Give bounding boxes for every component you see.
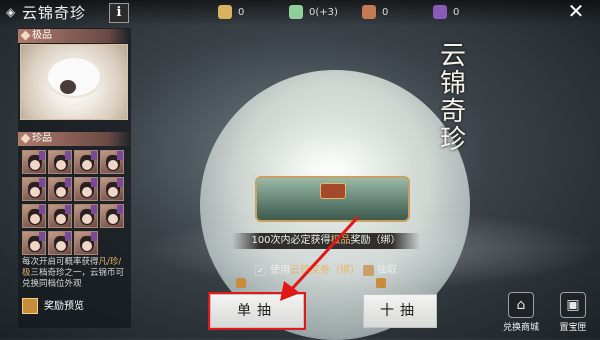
coin-icon <box>218 5 232 19</box>
diamond-icon <box>20 133 31 144</box>
resource-ticket: 0 <box>362 5 388 19</box>
reward-preview-label: 奖励预览 <box>44 301 84 312</box>
resource-potion: 0 <box>433 5 459 19</box>
reward-slot[interactable] <box>100 177 124 201</box>
description-part2: 三档奇珍之一，云锦币可兑换同档位外观 <box>22 268 125 289</box>
exchange-shop-button[interactable]: ⌂ 兑换商城 <box>501 292 541 333</box>
reward-slot[interactable] <box>22 231 46 255</box>
close-button[interactable]: ✕ <box>566 1 586 21</box>
shop-icon: ⌂ <box>508 292 534 318</box>
logo-char: 锦 <box>439 69 466 99</box>
resource-coin: 0 <box>218 5 244 19</box>
reward-slot[interactable] <box>100 204 124 228</box>
section-header-rare-tier: 珍品 <box>18 132 131 146</box>
description-part1: 每次开启可概率获得 <box>22 257 99 267</box>
reward-slot[interactable] <box>48 204 72 228</box>
use-ticket-checkbox[interactable]: ✓ <box>255 264 266 276</box>
reward-slot[interactable] <box>74 204 98 228</box>
ticket-icon <box>362 5 376 19</box>
resource-key: 0(+3) <box>289 5 338 19</box>
resource-ticket-value: 0 <box>382 7 389 18</box>
back-icon[interactable]: ◈ <box>6 6 18 18</box>
reward-slot[interactable] <box>22 150 46 174</box>
treasure-chest-button[interactable]: ▣ 置宝匣 <box>553 292 593 333</box>
logo-char: 珍 <box>439 125 466 155</box>
reward-slot[interactable] <box>100 150 124 174</box>
reward-slot[interactable] <box>22 204 46 228</box>
chest-icon: ▣ <box>560 292 586 318</box>
reward-slot[interactable] <box>48 150 72 174</box>
reward-slot[interactable] <box>22 177 46 201</box>
section-label-top-tier: 极品 <box>32 30 52 41</box>
box-clasp <box>320 183 346 199</box>
ticket-cost-icon <box>236 278 246 288</box>
reward-slot[interactable] <box>48 177 72 201</box>
page-title: 云锦奇珍 <box>22 4 87 22</box>
section-label-rare-tier: 珍品 <box>32 133 52 144</box>
section-header-top-tier: 极品 <box>18 29 131 43</box>
ten-draw-button[interactable]: 十抽 <box>363 294 437 328</box>
reward-slot[interactable] <box>74 231 98 255</box>
info-button[interactable]: i <box>109 3 129 23</box>
event-logo: 云 锦 奇 珍 <box>428 42 478 162</box>
reward-preview-button[interactable]: 奖励预览 <box>22 298 126 314</box>
potion-icon <box>433 5 447 19</box>
reward-description: 每次开启可概率获得凡/珍/极三档奇珍之一，云锦币可兑换同档位外观 <box>22 257 128 290</box>
diamond-icon <box>20 30 31 41</box>
key-icon <box>289 5 303 19</box>
resource-coin-value: 0 <box>238 7 245 18</box>
resource-key-value: 0(+3) <box>309 7 338 18</box>
logo-char: 奇 <box>439 97 466 127</box>
exchange-shop-label: 兑换商城 <box>502 323 539 333</box>
reward-slot[interactable] <box>48 231 72 255</box>
gift-icon <box>22 298 38 314</box>
treasure-chest-label: 置宝匣 <box>559 323 587 333</box>
reward-slot[interactable] <box>74 177 98 201</box>
resource-potion-value: 0 <box>453 7 460 18</box>
mist-layer <box>140 210 600 290</box>
annotation-arrow <box>280 215 360 301</box>
ticket-cost-icon <box>376 278 386 288</box>
ticket-row-suffix: 抽取 <box>377 265 397 276</box>
sheep-head <box>60 80 76 94</box>
logo-char: 云 <box>439 41 466 71</box>
reward-slot[interactable] <box>74 150 98 174</box>
